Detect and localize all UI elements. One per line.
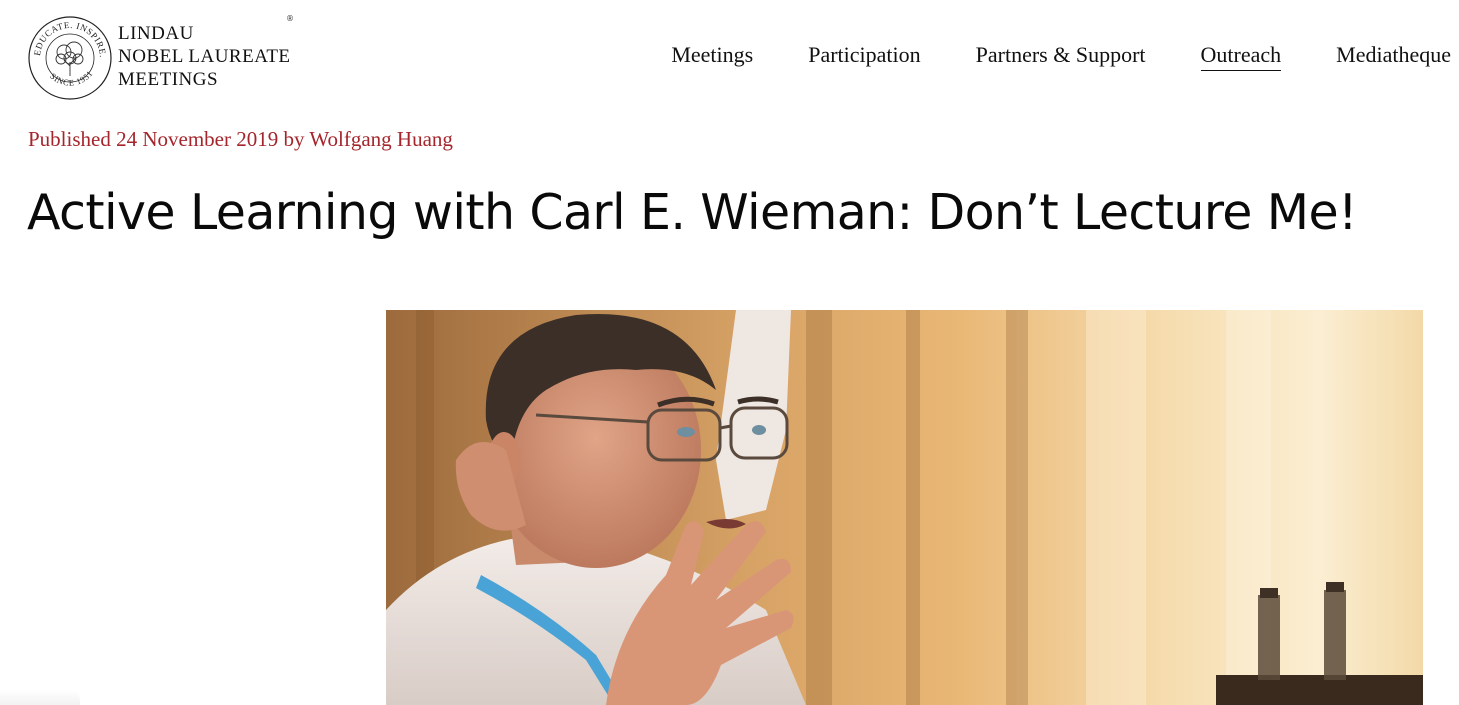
main-nav: Meetings Participation Partners & Suppor… [616,42,1451,71]
svg-text:EDUCATE. INSPIRE. CONNECT.: EDUCATE. INSPIRE. CONNECT. [26,14,108,58]
hero-image [386,310,1423,705]
article-meta: Published 24 November 2019 by Wolfgang H… [28,127,453,152]
site-header: EDUCATE. INSPIRE. CONNECT. SINCE 1951 LI… [0,0,1459,110]
logo-seal-icon: EDUCATE. INSPIRE. CONNECT. SINCE 1951 [26,14,112,100]
nav-item-participation[interactable]: Participation [808,42,920,71]
registered-mark: ® [286,14,294,23]
seal-top-text: EDUCATE. INSPIRE. CONNECT. [26,14,107,58]
seal-bottom-text: SINCE 1951 [48,68,94,87]
published-date: Published 24 November 2019 by [28,127,310,151]
logo-line-3: MEETINGS [118,69,219,90]
nav-item-outreach[interactable]: Outreach [1200,42,1282,71]
svg-text:SINCE 1951: SINCE 1951 [48,68,95,87]
article-title: Active Learning with Carl E. Wieman: Don… [27,184,1358,241]
logo-wordmark: LINDAU NOBEL LAUREATE MEETINGS [118,22,291,91]
nav-item-partners-support[interactable]: Partners & Support [976,42,1146,71]
cookie-widget-edge[interactable] [0,690,80,705]
hero-photo [386,310,1423,705]
nav-item-mediatheque[interactable]: Mediatheque [1336,42,1451,71]
nav-item-meetings[interactable]: Meetings [671,42,753,71]
author-link[interactable]: Wolfgang Huang [309,127,453,151]
logo-line-2: NOBEL LAUREATE [118,46,291,67]
logo-line-1: LINDAU [118,23,194,44]
site-logo[interactable]: EDUCATE. INSPIRE. CONNECT. SINCE 1951 LI… [26,14,306,100]
